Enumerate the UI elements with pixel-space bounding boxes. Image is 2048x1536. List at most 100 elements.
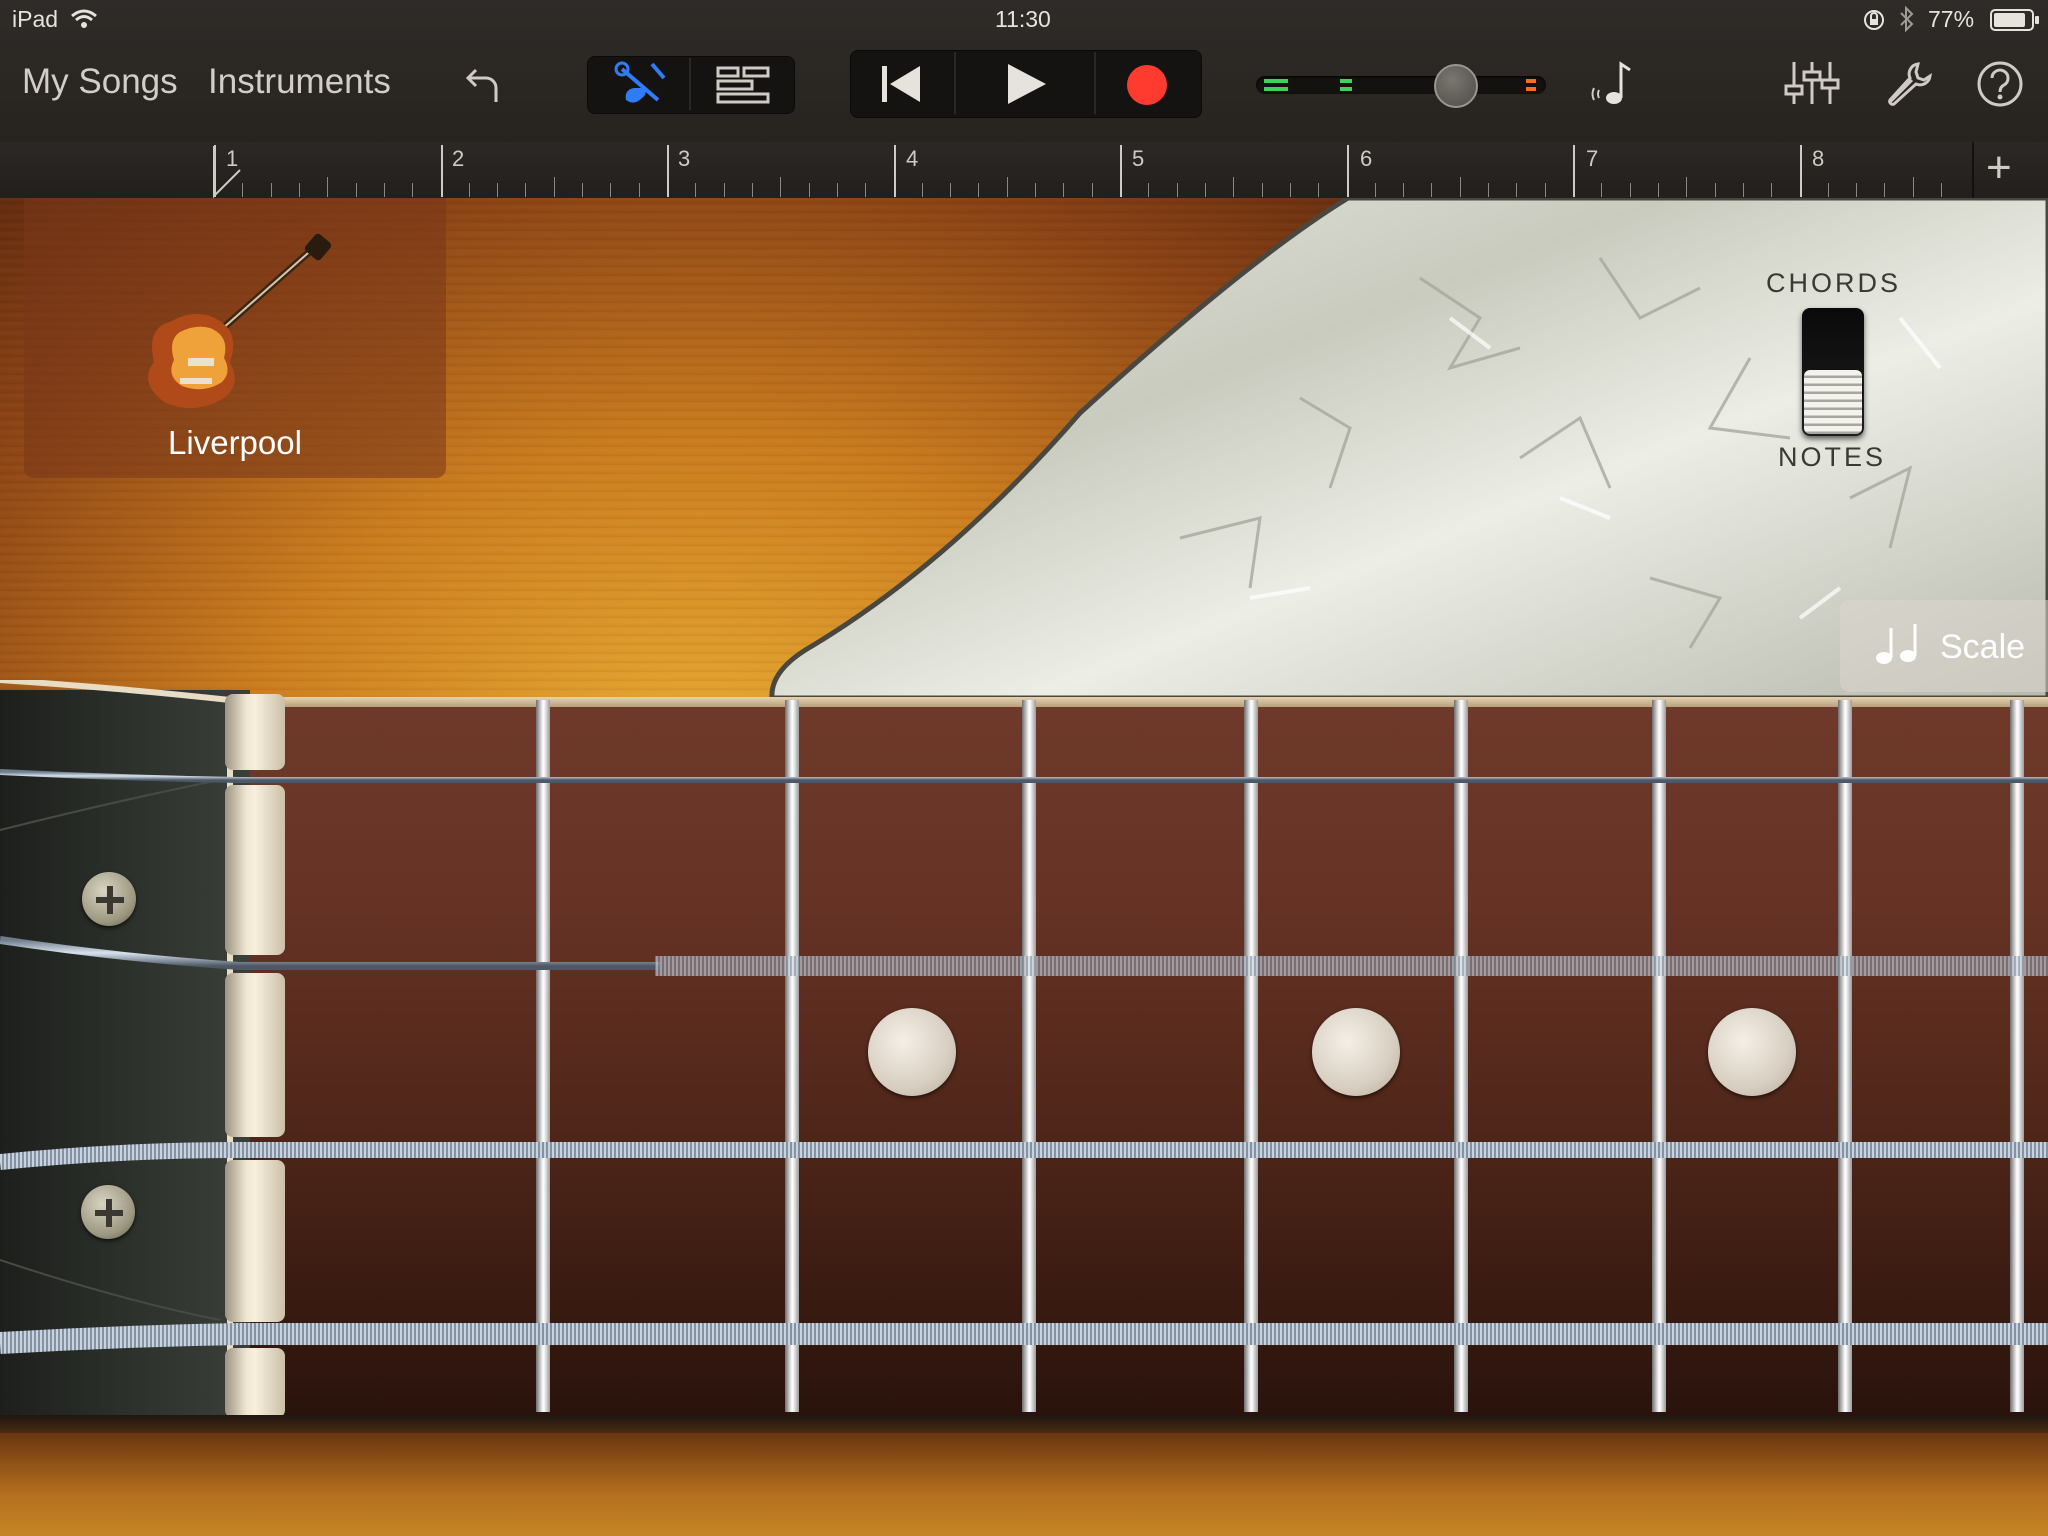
minor-tick	[327, 177, 329, 197]
minor-tick	[1771, 183, 1773, 197]
minor-tick	[1856, 183, 1858, 197]
instrument-view-icon[interactable]	[612, 60, 668, 108]
minor-tick	[1063, 183, 1065, 197]
view-toggle-divider	[689, 58, 691, 110]
minor-tick	[1629, 183, 1631, 197]
minor-tick	[836, 183, 838, 197]
minor-tick	[1714, 183, 1716, 197]
bar-number-2: 2	[452, 146, 465, 171]
device-name: iPad	[12, 6, 59, 32]
minor-tick	[1318, 183, 1320, 197]
bass-strings[interactable]	[0, 680, 2048, 1380]
garageband-smart-bass: iPad 11:30 77% My Songs Instruments 1 2 …	[0, 0, 2048, 1536]
chords-label: CHORDS	[1766, 268, 1902, 298]
guitar-body-lower	[0, 1433, 2048, 1536]
minor-tick	[383, 183, 385, 197]
bar-number-3: 3	[678, 146, 691, 171]
minor-tick	[1544, 183, 1546, 197]
level-meter-red-2	[1526, 87, 1536, 91]
minor-tick	[1233, 177, 1235, 197]
minor-tick	[1091, 183, 1093, 197]
level-meter-green-4	[1340, 87, 1352, 91]
mixer-icon[interactable]	[1784, 58, 1840, 108]
level-meter-green-1	[1264, 79, 1288, 83]
volume-slider[interactable]	[1256, 76, 1546, 94]
transport-divider-1	[954, 52, 956, 114]
minor-tick	[582, 183, 584, 197]
bar-number-6: 6	[1360, 146, 1373, 171]
minor-tick	[1148, 183, 1150, 197]
minor-tick	[1941, 183, 1943, 197]
minor-tick	[1601, 183, 1603, 197]
violin-bass-icon	[147, 233, 332, 409]
minor-tick	[270, 183, 272, 197]
minor-tick	[1884, 183, 1886, 197]
wifi-icon	[71, 9, 97, 28]
bar-tick	[1346, 145, 1349, 197]
minor-tick	[497, 183, 499, 197]
minor-tick	[723, 183, 725, 197]
minor-tick	[1488, 183, 1490, 197]
minor-tick	[751, 183, 753, 197]
minor-tick	[1459, 177, 1461, 197]
minor-tick	[468, 183, 470, 197]
record-icon[interactable]	[1126, 64, 1168, 106]
minor-tick	[1686, 177, 1688, 197]
instruments-button[interactable]: Instruments	[208, 62, 391, 102]
bar-tick	[667, 145, 669, 197]
bar-tick	[1120, 145, 1122, 197]
ruler-add-divider	[1972, 142, 1974, 198]
undo-icon[interactable]	[462, 62, 506, 106]
switch-thumb[interactable]	[1804, 370, 1862, 434]
string-g	[0, 769, 2048, 783]
minor-tick	[1204, 183, 1206, 197]
add-section-button[interactable]: +	[1986, 142, 2012, 194]
scale-label: Scale	[1940, 628, 2026, 666]
bar-number-1: 1	[226, 146, 239, 171]
minor-tick	[978, 183, 980, 197]
bar-number-4: 4	[906, 146, 919, 171]
minor-tick	[355, 183, 357, 197]
music-notes-icon	[1876, 624, 1917, 664]
minor-tick	[1176, 183, 1178, 197]
minor-tick	[1261, 183, 1263, 197]
bar-tick	[893, 145, 896, 197]
minor-tick	[1035, 183, 1037, 197]
volume-knob[interactable]	[1434, 64, 1478, 108]
minor-tick	[1006, 177, 1008, 197]
notes-label: NOTES	[1778, 442, 1887, 472]
minor-tick	[780, 177, 782, 197]
help-icon[interactable]	[1976, 60, 2024, 108]
minor-tick	[921, 183, 923, 197]
my-songs-button[interactable]: My Songs	[22, 62, 178, 102]
minor-tick	[1912, 177, 1914, 197]
minor-tick	[1742, 183, 1744, 197]
bar-number-5: 5	[1132, 146, 1145, 171]
tracks-view-icon[interactable]	[716, 66, 770, 104]
rotation-lock-icon	[1864, 10, 1884, 30]
transport-divider-2	[1094, 52, 1096, 114]
fretboard-bottom-edge	[0, 1415, 2048, 1433]
level-meter-green-2	[1264, 87, 1288, 91]
bluetooth-icon	[1900, 6, 1914, 32]
minor-tick	[412, 183, 414, 197]
rewind-icon[interactable]	[880, 64, 922, 104]
play-icon[interactable]	[1004, 62, 1048, 106]
minor-tick	[525, 183, 527, 197]
minor-tick	[1827, 183, 1829, 197]
minor-tick	[610, 183, 612, 197]
bar-tick	[1573, 145, 1575, 197]
bar-tick	[440, 145, 443, 197]
minor-tick	[950, 183, 952, 197]
level-meter-green-3	[1340, 79, 1352, 83]
bar-number-7: 7	[1586, 146, 1599, 171]
battery-percentage: 77%	[1928, 6, 1975, 32]
minor-tick	[1374, 183, 1376, 197]
minor-tick	[695, 183, 697, 197]
battery-icon	[1990, 9, 2039, 31]
minor-tick	[1657, 183, 1659, 197]
settings-wrench-icon[interactable]	[1884, 60, 1932, 108]
metronome-icon[interactable]	[1590, 60, 1638, 108]
timeline-ruler[interactable]	[0, 142, 2048, 199]
minor-tick	[298, 183, 300, 197]
